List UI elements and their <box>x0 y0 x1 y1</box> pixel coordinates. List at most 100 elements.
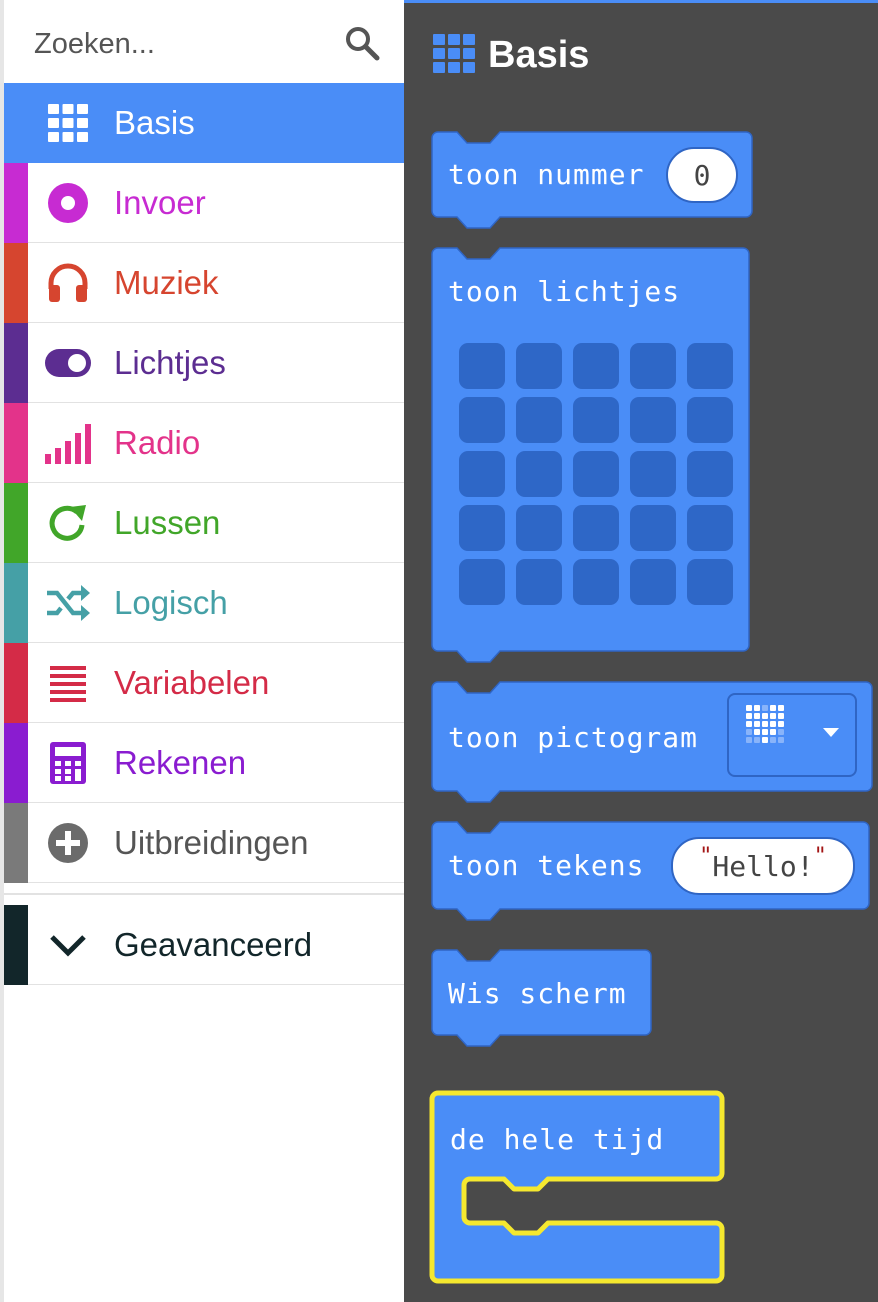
close-quote-icon: " <box>813 843 827 869</box>
category-label: Rekenen <box>114 744 247 781</box>
list-lines-icon <box>44 659 92 707</box>
led-grid <box>459 343 733 605</box>
block-label: de hele tijd <box>450 1123 665 1156</box>
category-muziek[interactable]: Muziek <box>4 243 404 323</box>
calculator-icon <box>44 739 92 787</box>
search-icon[interactable] <box>344 25 380 61</box>
category-variabelen[interactable]: Variabelen <box>4 643 404 723</box>
led-cell[interactable] <box>630 397 676 443</box>
clear-screen-block[interactable]: Wis scherm <box>431 949 656 1055</box>
category-basis[interactable]: Basis <box>4 83 404 163</box>
sidebar-divider <box>4 893 404 895</box>
category-lichtjes[interactable]: Lichtjes <box>4 323 404 403</box>
led-cell[interactable] <box>459 559 505 605</box>
led-cell[interactable] <box>459 451 505 497</box>
refresh-icon <box>44 499 92 547</box>
category-label: Lichtjes <box>114 344 226 381</box>
circle-dot-icon <box>44 179 92 227</box>
led-cell[interactable] <box>516 451 562 497</box>
text-value: Hello! <box>712 849 814 883</box>
block-label: toon pictogram <box>448 721 699 754</box>
category-rekenen[interactable]: Rekenen <box>4 723 404 803</box>
flyout-title: Basis <box>432 31 589 79</box>
category-logisch[interactable]: Logisch <box>4 563 404 643</box>
shuffle-icon <box>44 579 92 627</box>
led-cell[interactable] <box>687 343 733 389</box>
category-color-bar <box>4 643 28 723</box>
led-cell[interactable] <box>630 559 676 605</box>
led-cell[interactable] <box>459 343 505 389</box>
grid-icon <box>44 99 92 147</box>
led-cell[interactable] <box>459 505 505 551</box>
led-cell[interactable] <box>630 505 676 551</box>
block-label: Wis scherm <box>448 977 627 1010</box>
category-label: Logisch <box>114 584 228 621</box>
grid-icon <box>432 33 476 78</box>
led-cell[interactable] <box>687 397 733 443</box>
category-radio[interactable]: Radio <box>4 403 404 483</box>
led-cell[interactable] <box>687 451 733 497</box>
number-input[interactable]: 0 <box>666 147 738 203</box>
category-color-bar <box>4 163 28 243</box>
category-color-bar <box>4 403 28 483</box>
search-input[interactable] <box>32 21 336 67</box>
led-cell[interactable] <box>573 505 619 551</box>
icon-dropdown[interactable] <box>727 693 857 777</box>
led-cell[interactable] <box>630 451 676 497</box>
category-label: Geavanceerd <box>114 926 313 963</box>
show-leds-block[interactable]: toon lichtjes <box>431 247 752 669</box>
category-color-bar <box>4 723 28 803</box>
block-flyout: Basis toon nummer 0 toon lichtjes toon p… <box>404 3 878 1302</box>
heart-icon <box>746 705 839 743</box>
toggle-icon <box>44 339 92 387</box>
category-color-bar <box>4 483 28 563</box>
open-quote-icon: " <box>699 843 713 869</box>
text-input[interactable]: " Hello! " <box>671 837 855 895</box>
led-cell[interactable] <box>687 559 733 605</box>
block-label: toon lichtjes <box>448 275 681 308</box>
flyout-title-text: Basis <box>488 33 590 76</box>
led-cell[interactable] <box>573 343 619 389</box>
category-color-bar <box>4 563 28 643</box>
search-box <box>4 3 404 83</box>
category-label: Basis <box>114 104 195 141</box>
headphones-icon <box>44 259 92 307</box>
category-label: Invoer <box>114 184 206 221</box>
led-cell[interactable] <box>687 505 733 551</box>
category-invoer[interactable]: Invoer <box>4 163 404 243</box>
category-label: Muziek <box>114 264 219 301</box>
category-uitbreidingen[interactable]: Uitbreidingen <box>4 803 404 883</box>
category-color-bar <box>4 323 28 403</box>
number-value: 0 <box>693 158 711 192</box>
category-label: Radio <box>114 424 201 461</box>
category-lussen[interactable]: Lussen <box>4 483 404 563</box>
toolbox-sidebar: Basis Invoer Muziek Lichtjes <box>0 0 404 1302</box>
led-cell[interactable] <box>573 559 619 605</box>
led-cell[interactable] <box>573 451 619 497</box>
category-label: Variabelen <box>114 664 270 701</box>
led-cell[interactable] <box>516 397 562 443</box>
category-label: Lussen <box>114 504 221 541</box>
category-color-bar <box>4 905 28 985</box>
block-label: toon nummer <box>448 158 645 191</box>
led-cell[interactable] <box>516 559 562 605</box>
led-cell[interactable] <box>516 343 562 389</box>
category-label: Uitbreidingen <box>114 824 309 861</box>
show-icon-block[interactable]: toon pictogram <box>431 681 874 809</box>
led-cell[interactable] <box>459 397 505 443</box>
category-geavanceerd[interactable]: Geavanceerd <box>4 905 404 985</box>
chevron-down-icon <box>44 921 92 969</box>
plus-circle-icon <box>44 819 92 867</box>
category-color-bar <box>4 243 28 323</box>
show-number-block[interactable]: toon nummer 0 <box>431 131 754 235</box>
block-label: toon tekens <box>448 849 645 882</box>
forever-block[interactable]: de hele tijd <box>429 1090 730 1287</box>
led-cell[interactable] <box>573 397 619 443</box>
led-cell[interactable] <box>630 343 676 389</box>
signal-bars-icon <box>44 419 92 467</box>
block-shape <box>429 1090 725 1284</box>
category-color-bar <box>4 803 28 883</box>
show-string-block[interactable]: toon tekens " Hello! " <box>431 821 874 931</box>
caret-down-icon <box>823 728 839 737</box>
led-cell[interactable] <box>516 505 562 551</box>
